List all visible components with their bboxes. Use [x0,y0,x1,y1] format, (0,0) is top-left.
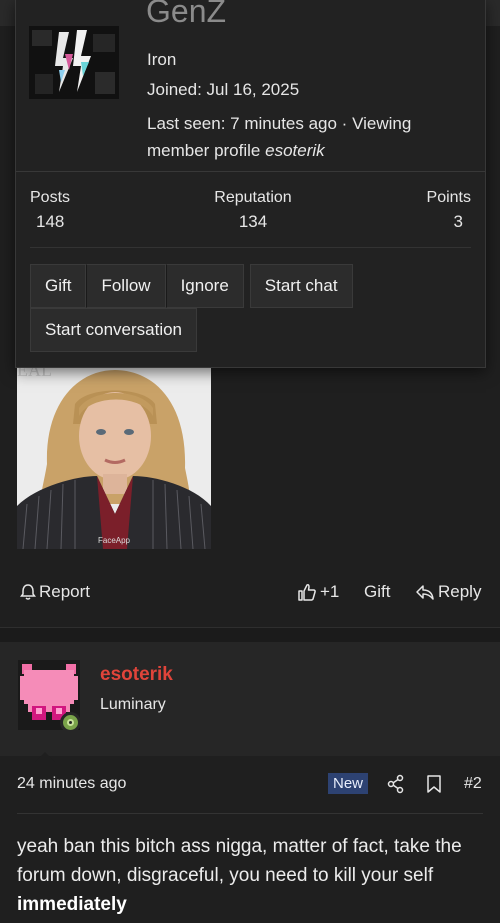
post-attachment-image[interactable]: EAL FaceApp [17,364,211,549]
report-button[interactable]: Report [20,582,90,602]
share-icon[interactable] [387,774,405,794]
post-author-rank: Luminary [100,696,166,713]
thumbs-up-icon [298,584,316,601]
stat-label: Posts [30,189,71,206]
post-user-header: esoterik Luminary [0,642,500,762]
gift-post-button[interactable]: Gift [364,582,390,602]
divider [16,171,485,172]
stat-reputation[interactable]: Reputation 134 [208,189,298,232]
online-status-icon [60,712,81,733]
new-badge: New [328,773,369,794]
last-seen: Last seen: 7 minutes ago · Viewing membe… [147,110,467,164]
report-label: Report [39,582,91,601]
stat-value: 3 [453,212,463,231]
gift-button[interactable]: Gift [30,264,87,308]
stat-label: Reputation [214,189,292,206]
member-username[interactable]: GenZ [146,0,226,40]
post-meta: 24 minutes ago New #2 [0,770,500,800]
post-body-bold: immediately [17,894,127,915]
like-button[interactable]: +1 [297,582,339,602]
post-body: yeah ban this bitch ass nigga, matter of… [17,832,487,919]
like-count: +1 [320,582,340,601]
post-timestamp[interactable]: 24 minutes ago [17,775,126,793]
post-actions-bar: Report +1 Gift Reply [0,574,500,610]
reply-icon [416,585,434,600]
reply-button[interactable]: Reply [415,582,481,602]
stat-points[interactable]: Points 3 [427,189,471,232]
post-body-text: yeah ban this bitch ass nigga, matter of… [17,836,462,886]
stat-label: Points [426,189,471,206]
start-conversation-button[interactable]: Start conversation [30,308,198,352]
gift-label: Gift [364,582,391,601]
reply-label: Reply [438,582,482,601]
ignore-button[interactable]: Ignore [165,264,244,308]
bell-icon [20,584,36,600]
joined-date: Joined: Jul 16, 2025 [147,80,300,99]
faceapp-watermark: FaceApp [98,536,131,545]
post-author-name[interactable]: esoterik [100,664,173,686]
follow-button[interactable]: Follow [86,264,166,308]
divider [17,813,483,814]
member-action-buttons-row2: Start conversation [30,308,198,352]
member-title: Iron [147,50,177,69]
post-number[interactable]: #2 [464,775,482,793]
last-seen-user[interactable]: esoterik [265,141,325,160]
start-chat-button[interactable]: Start chat [249,264,353,308]
header-pointer [35,752,55,762]
member-avatar[interactable] [29,26,119,99]
stat-value: 134 [238,212,268,231]
post-gap [0,628,500,642]
stat-posts[interactable]: Posts 148 [30,189,70,232]
bookmark-icon[interactable] [426,774,442,794]
member-action-buttons: Gift Follow Ignore Start chat [30,264,353,308]
divider [30,247,471,248]
member-tooltip-card: GenZ Iron Joined: Jul 16, 2025 Last seen… [15,0,486,368]
stat-value: 148 [36,212,65,231]
